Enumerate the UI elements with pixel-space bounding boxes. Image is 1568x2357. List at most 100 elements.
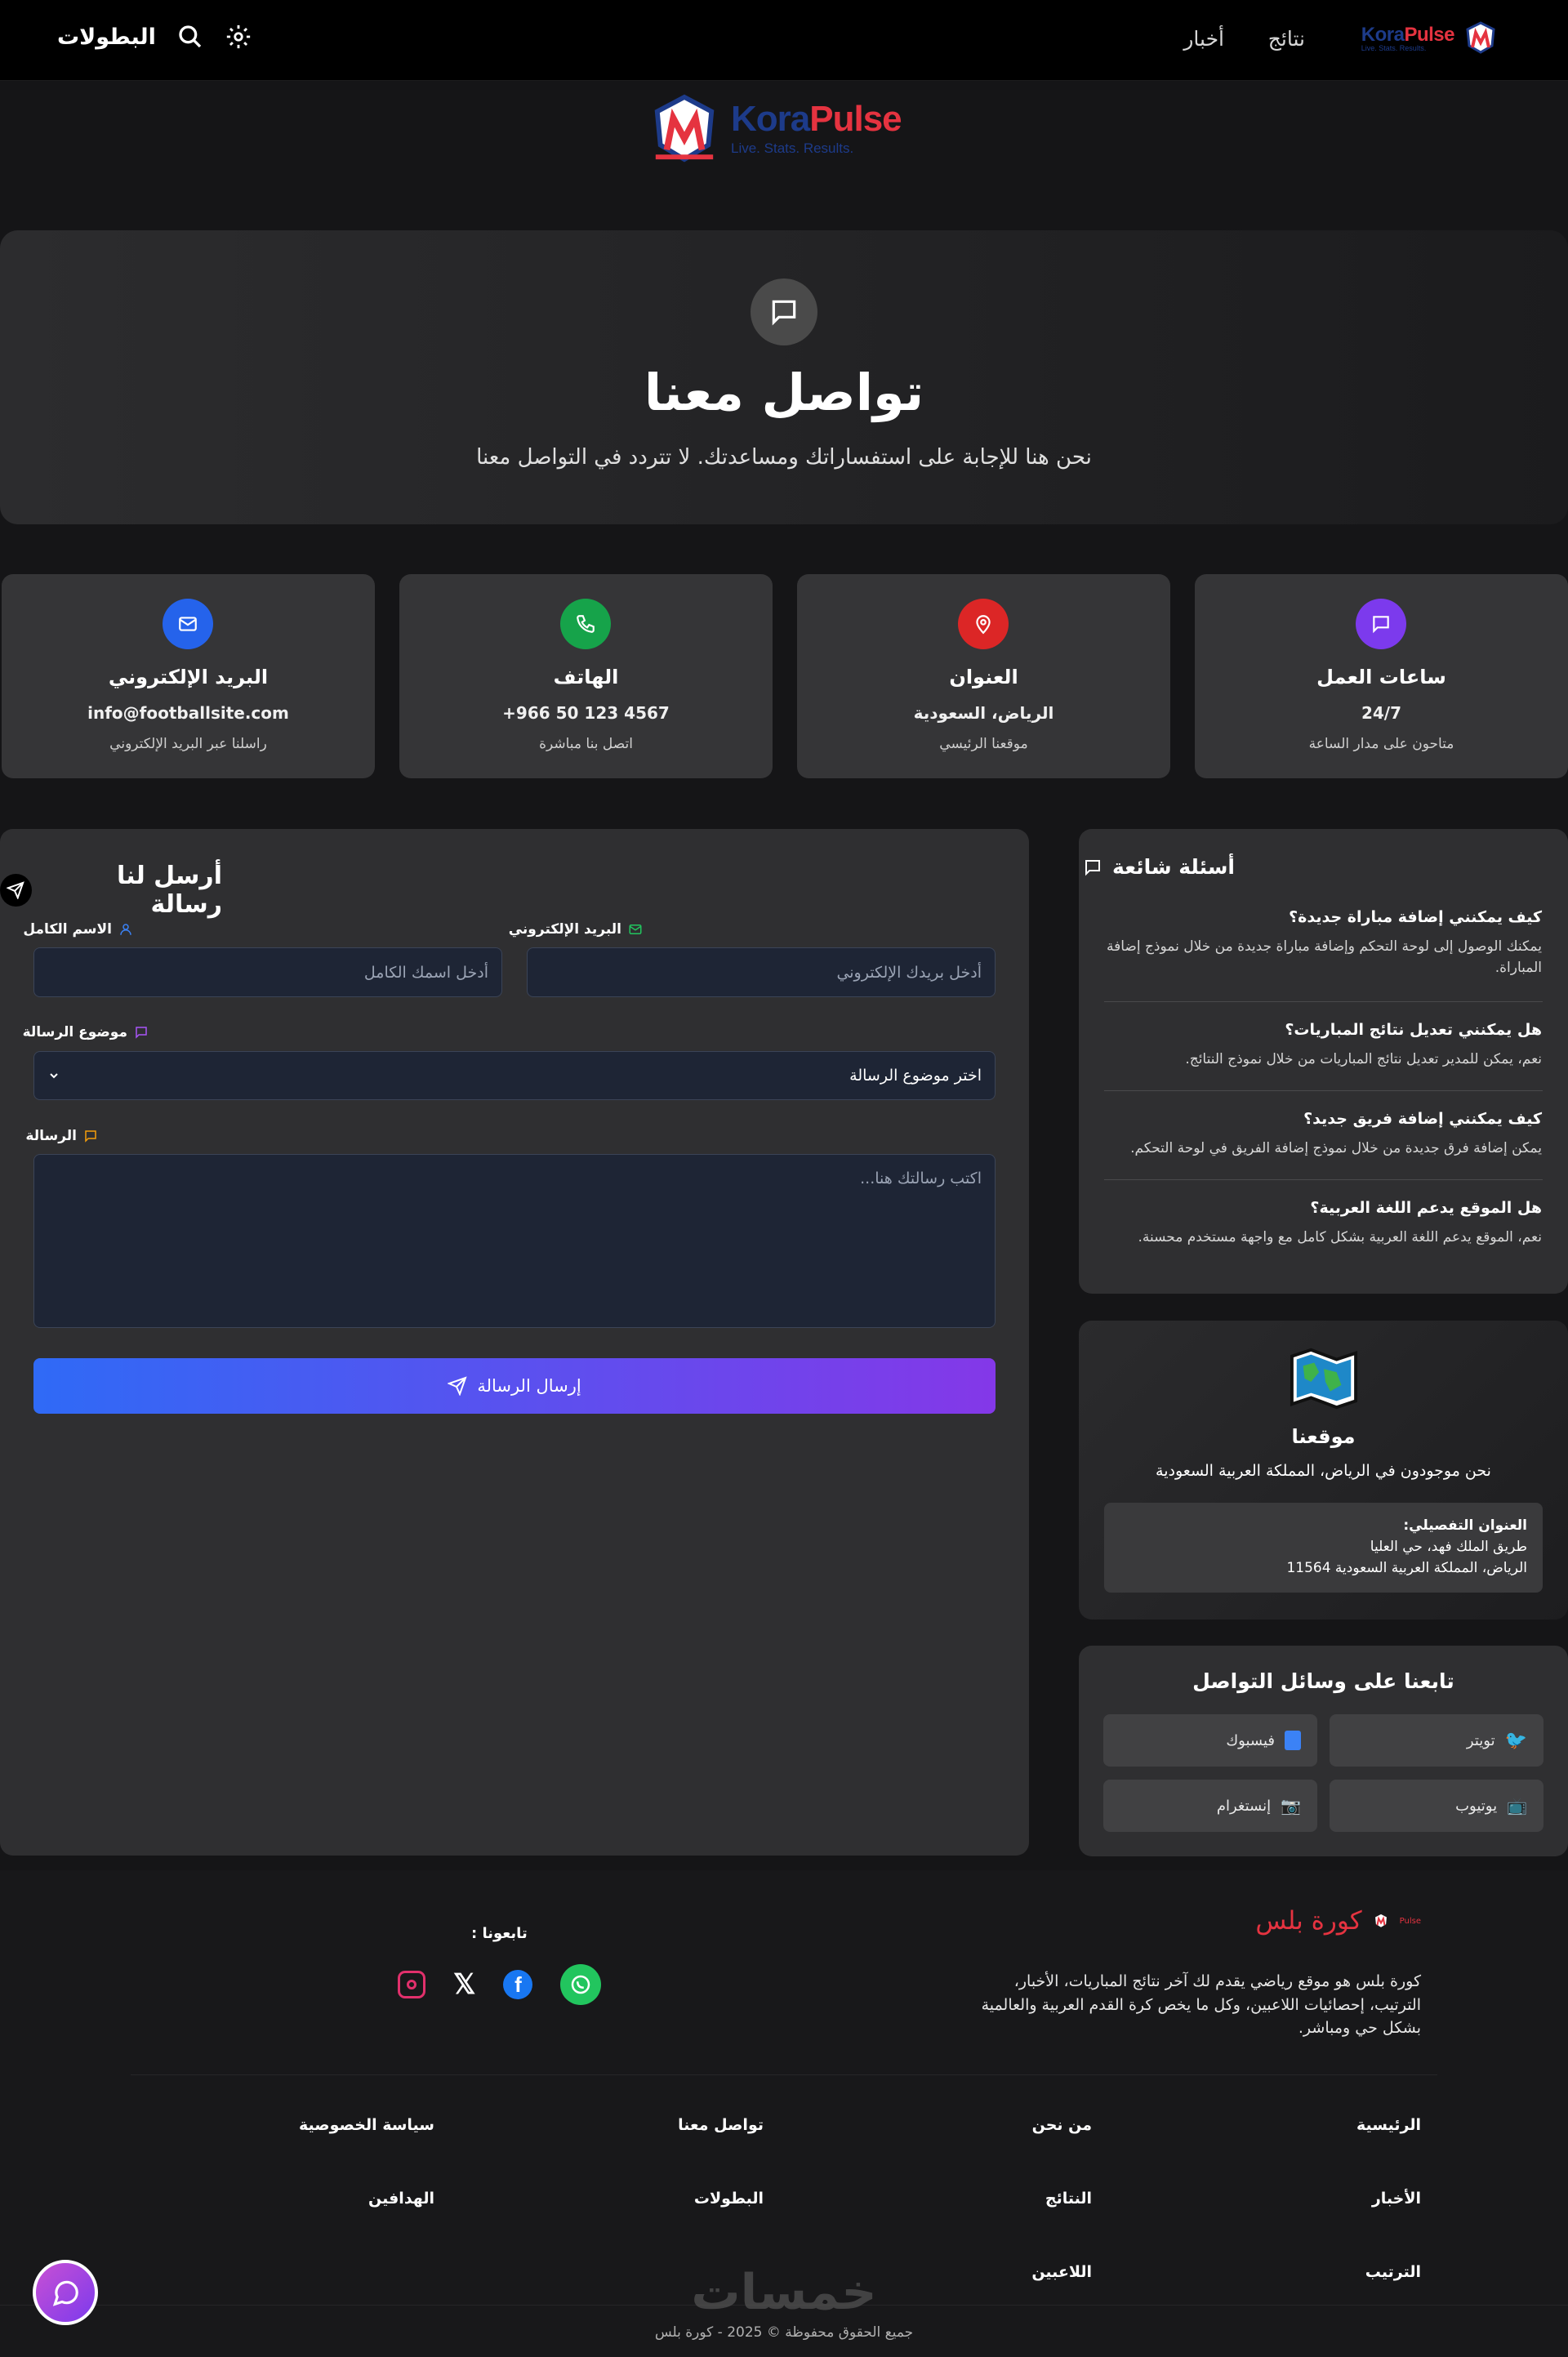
chat-icon [1356,599,1406,649]
name-field[interactable]: أدخل اسمك الكامل [33,947,502,997]
chevron-down-icon [50,1073,58,1079]
settings-gear-icon[interactable] [225,23,252,51]
shield-logo-icon [654,94,715,163]
email-label: البريد الإلكتروني [509,921,643,938]
card-title: العنوان [949,666,1018,688]
top-navbar: KoraPulse Live. Stats. Results. نتائج أخ… [0,0,1568,81]
page-title: تواصل معنا [644,363,924,422]
send-icon [448,1376,467,1396]
card-value[interactable]: +966 50 123 4567 [399,703,773,723]
faq-item: هل يمكنني تعديل نتائج المباريات؟ نعم، يمك… [1185,1021,1542,1067]
location-subtitle: نحن موجودون في الرياض، المملكة العربية ا… [1156,1462,1491,1480]
instagram-button[interactable]: 📷 إنستغرام [1103,1780,1317,1832]
subject-label: موضوع الرسالة [23,1024,149,1040]
message-label: الرسالة [25,1128,98,1144]
contact-hero: تواصل معنا نحن هنا للإجابة على استفسارات… [0,230,1568,524]
nav-results[interactable]: نتائج [1268,27,1305,51]
location-title: موقعنا [1291,1425,1356,1448]
card-working-hours: ساعات العمل 24/7 متاحون على مدار الساعة [1195,574,1568,778]
footer-link-scorers[interactable]: الهدافين [368,2190,434,2208]
social-title: تابعنا على وسائل التواصل [1192,1669,1454,1693]
card-value: الرياض، السعودية [913,703,1054,723]
faq-divider [1104,1090,1543,1091]
chat-icon [1085,859,1100,876]
map-pin-icon [958,599,1009,649]
footer-link-about[interactable]: من نحن [1032,2116,1092,2134]
nav-news[interactable]: أخبار [1183,27,1224,51]
card-phone: الهاتف +966 50 123 4567 اتصل بنا مباشرة [399,574,773,778]
email-field[interactable]: أدخل بريدك الإلكتروني [527,947,996,997]
tv-icon: 📺 [1507,1796,1527,1816]
faq-divider [1104,1179,1543,1180]
send-button-label: إرسال الرسالة [477,1376,581,1396]
facebook-button[interactable]: فيسبوك [1103,1714,1317,1767]
card-address: العنوان الرياض، السعودية موقعنا الرئيسي [797,574,1170,778]
faq-item: كيف يمكنني إضافة مباراة جديدة؟ يمكنك الوص… [1106,908,1542,977]
whatsapp-icon[interactable] [560,1964,602,2005]
mail-icon [629,925,642,934]
footer-link-privacy[interactable]: سياسة الخصوصية [299,2116,434,2134]
footer-link-contact[interactable]: تواصل معنا [678,2116,764,2134]
follow-label: تابعونا : [471,1925,528,1942]
faq-divider [1104,1001,1543,1002]
card-title: الهاتف [553,666,619,688]
site-logo[interactable]: KoraPulse Live. Stats. Results. [649,94,902,164]
youtube-button[interactable]: 📺 يوتيوب [1330,1780,1544,1832]
navbar-left-group: البطولات [57,23,252,51]
page-subtitle: نحن هنا للإجابة على استفساراتك ومساعدتك.… [476,445,1092,470]
twitter-button[interactable]: 🐦 تويتر [1330,1714,1544,1767]
send-circle-icon [0,874,32,907]
subject-selected-value: اختر موضوع الرسالة [849,1067,982,1085]
footer-about: كورة بلس هو موقع رياضي يقدم لك آخر نتائج… [981,1972,1421,2037]
faq-header: أسئلة شائعة [1083,855,1235,879]
card-value[interactable]: info@footballsite.com [2,703,375,723]
khamsat-watermark: خمسات [691,2264,877,2321]
card-desc: اتصل بنا مباشرة [539,736,633,752]
chat-icon [85,1130,96,1143]
footer-brand-name: كورة بلس [1255,1906,1362,1936]
card-email: البريد الإلكتروني info@footballsite.com … [2,574,375,778]
mail-icon [163,599,213,649]
card-title: ساعات العمل [1316,666,1446,688]
copyright: جميع الحقوق محفوظة © 2025 - كورة بلس [654,2324,914,2341]
footer-social-icons: f 𝕏 [398,1964,602,2005]
search-icon[interactable] [177,24,203,50]
address-label: العنوان التفصيلي: [1403,1517,1527,1534]
card-desc: راسلنا عبر البريد الإلكتروني [109,736,267,752]
faq-item: هل الموقع يدعم اللغة العربية؟ نعم، الموقع… [1138,1199,1542,1245]
card-desc: موقعنا الرئيسي [939,736,1028,752]
footer-link-home[interactable]: الرئيسية [1356,2116,1421,2134]
footer-link-championships[interactable]: البطولات [694,2190,764,2208]
card-value: 24/7 [1361,703,1402,723]
footer-mini-logo: Pulse [1399,1916,1421,1926]
shield-logo-icon [1466,21,1495,54]
subject-select[interactable]: اختر موضوع الرسالة [33,1051,996,1100]
navbar-logo[interactable]: KoraPulse Live. Stats. Results. [1361,21,1499,54]
card-title: البريد الإلكتروني [108,666,269,688]
facebook-icon[interactable]: f [503,1970,533,1999]
twitter-bird-icon: 🐦 [1504,1730,1527,1751]
form-title: أرسل لنا رسالة [116,862,222,919]
name-label: الاسم الكامل [23,921,133,938]
footer-divider [131,2074,1437,2075]
floating-chat-button[interactable] [33,2260,98,2325]
message-textarea[interactable]: اكتب رسالتك هنا... [33,1154,996,1328]
form-header: أرسل لنا رسالة [0,862,222,919]
instagram-icon[interactable] [398,1971,425,1998]
send-message-button[interactable]: إرسال الرسالة [33,1358,996,1414]
nav-championships[interactable]: البطولات [57,25,156,50]
address-line1: طريق الملك فهد، حي العليا [1370,1539,1527,1555]
footer-link-news[interactable]: الأخبار [1372,2190,1421,2208]
x-twitter-icon[interactable]: 𝕏 [453,1968,475,2001]
address-line2: الرياض، المملكة العربية السعودية 11564 [1286,1560,1527,1576]
footer-link-results[interactable]: النتائج [1045,2190,1092,2208]
facebook-book-icon [1285,1731,1301,1750]
card-desc: متاحون على مدار الساعة [1308,736,1454,752]
shield-logo-icon [1374,1914,1387,1927]
faq-item: كيف يمكنني إضافة فريق جديد؟ يمكن إضافة فر… [1130,1110,1542,1156]
logo-tagline: Live. Stats. Results. [731,140,854,156]
camera-icon: 📷 [1281,1796,1301,1816]
phone-icon [560,599,611,649]
footer-brand[interactable]: Pulse كورة بلس [1255,1906,1421,1936]
chat-icon [136,1027,147,1039]
